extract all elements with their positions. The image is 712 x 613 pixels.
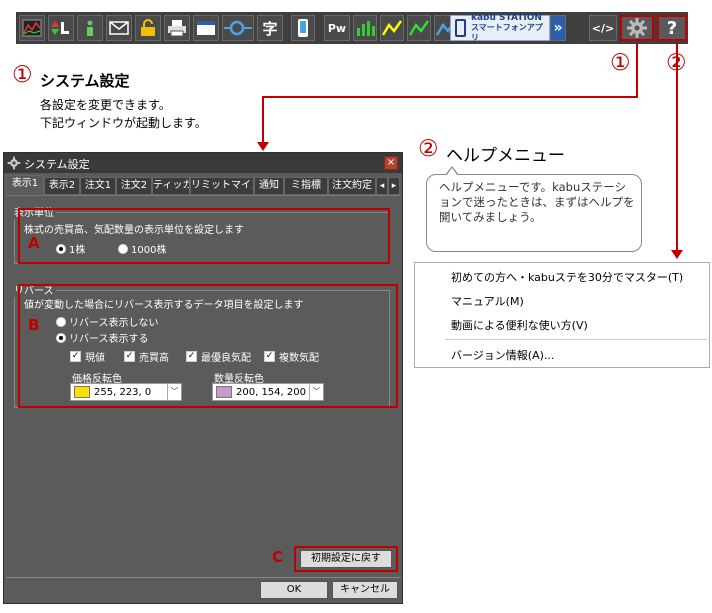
link-button[interactable] [222, 15, 254, 41]
callout2-title: ヘルプメニュー [446, 146, 565, 166]
callout1-desc2: 下記ウィンドウが起動します。 [40, 116, 207, 130]
tab-order2[interactable]: 注文2 [116, 177, 152, 195]
character-icon: 字 [262, 19, 278, 38]
line-chart-green-icon [409, 20, 429, 36]
lock-icon [141, 19, 155, 36]
system-settings-button[interactable] [620, 15, 654, 41]
dialog-content: 表示単位 株式の売買高、気配数量の表示単位を設定します 1株 1000株 A リ… [6, 195, 401, 577]
help-menu: 初めての方へ・kabuステを30分でマスター(T) マニュアル(M) 動画による… [414, 262, 710, 368]
gear-icon [627, 18, 647, 38]
line-chart-yellow-icon [382, 20, 402, 36]
phone-icon [298, 19, 308, 37]
connector-2-arrow [671, 250, 683, 259]
dialog-titlebar: システム設定 × [4, 153, 402, 173]
tab-order1[interactable]: 注文1 [80, 177, 116, 195]
info-icon [87, 20, 93, 36]
link-icon [224, 20, 252, 36]
callout1-title: システム設定 [40, 72, 130, 90]
printer-button[interactable] [164, 15, 190, 41]
chart-icon [22, 19, 42, 37]
bubble-text: ヘルプメニューです。kabuステーションで迷ったときは、まずはヘルプを開いてみま… [439, 180, 635, 224]
callout1-number: ① [12, 62, 33, 88]
tab-display1[interactable]: 表示1 [6, 175, 44, 195]
tab-prev-arrow[interactable]: ◂ [376, 177, 388, 195]
double-chevron-right-icon: » [553, 20, 563, 36]
system-settings-dialog: システム設定 × 表示1 表示2 注文1 注文2 ティッカー リミットマインダー… [3, 152, 403, 604]
highlight-box-b [18, 284, 398, 408]
bars-chart-icon [357, 21, 375, 36]
printer-icon [168, 20, 186, 37]
help-button[interactable]: ? [657, 15, 687, 41]
connector-1-arrow [257, 142, 269, 151]
character-button[interactable]: 字 [257, 15, 283, 41]
chart-button[interactable] [19, 15, 45, 41]
highlight-box-a [18, 208, 390, 264]
phone-button[interactable] [291, 15, 315, 41]
dialog-footer: OK キャンセル [6, 577, 401, 602]
bubble-tail-fill [446, 168, 458, 176]
marker-a: A [28, 234, 40, 252]
cancel-button[interactable]: キャンセル [332, 581, 398, 599]
mail-button[interactable] [106, 15, 132, 41]
line-chart-green-button[interactable] [407, 15, 431, 41]
menu-separator [445, 339, 707, 340]
kabu-station-line1: kabu STATION [471, 13, 542, 23]
close-button[interactable]: × [384, 156, 398, 170]
tab-ticker[interactable]: ティッカー [152, 177, 190, 195]
menu-item-getting-started[interactable]: 初めての方へ・kabuステを30分でマスター(T) [451, 269, 683, 285]
tab-indicator[interactable]: ミ指標 [284, 177, 328, 195]
mail-icon [109, 21, 129, 35]
toolbar: 字 Pw kabu STATION スマートフォンアプリ » </> ? [16, 12, 688, 44]
window-icon [197, 21, 215, 35]
settings-tabs: 表示1 表示2 注文1 注文2 ティッカー リミットマインダー 通知 ミ指標 注… [6, 175, 402, 195]
bars-chart-button[interactable] [353, 15, 377, 41]
menu-item-version-info[interactable]: バージョン情報(A)... [451, 347, 554, 363]
connector-2-vertical [676, 44, 678, 250]
tab-limit-minder[interactable]: リミットマインダー [190, 177, 254, 195]
code-button[interactable]: </> [589, 15, 617, 41]
marker-c: C [272, 548, 284, 566]
tab-notification[interactable]: 通知 [254, 177, 284, 195]
dialog-title: システム設定 [24, 158, 90, 171]
marker-b: B [28, 316, 40, 334]
connector-1-horizontal [262, 96, 638, 98]
question-icon: ? [666, 17, 678, 39]
more-arrow-button[interactable]: » [550, 15, 566, 41]
info-button[interactable] [77, 15, 103, 41]
callout1-top-number: ① [610, 50, 631, 76]
code-icon: </> [591, 21, 615, 35]
up-down-list-icon [51, 21, 69, 35]
pw-icon: Pw [327, 21, 347, 35]
callout1-desc1: 各設定を変更できます。 [40, 98, 171, 112]
smartphone-icon [455, 19, 466, 37]
tab-next-arrow[interactable]: ▸ [388, 177, 400, 195]
gear-icon [7, 156, 21, 170]
line-chart-yellow-button[interactable] [380, 15, 404, 41]
reset-defaults-button[interactable]: 初期設定に戻す [300, 550, 392, 568]
window-button[interactable] [193, 15, 219, 41]
tab-order-execution[interactable]: 注文約定 [328, 177, 376, 195]
connector-1-vertical [636, 44, 638, 98]
tab-display2[interactable]: 表示2 [44, 177, 80, 195]
help-description-bubble: ヘルプメニューです。kabuステーションで迷ったときは、まずはヘルプを開いてみま… [426, 166, 642, 252]
kabu-station-line2: スマートフォンアプリ [471, 23, 543, 42]
connector-1-down [262, 96, 264, 142]
kabu-station-app-button[interactable]: kabu STATION スマートフォンアプリ [450, 13, 550, 42]
up-down-list-button[interactable] [48, 15, 74, 41]
menu-item-manual[interactable]: マニュアル(M) [451, 293, 524, 309]
menu-item-video-tips[interactable]: 動画による便利な使い方(V) [451, 317, 588, 333]
ok-button[interactable]: OK [260, 581, 328, 599]
lock-button[interactable] [135, 15, 161, 41]
callout2-number: ② [418, 136, 439, 162]
pw-button[interactable]: Pw [324, 15, 350, 41]
